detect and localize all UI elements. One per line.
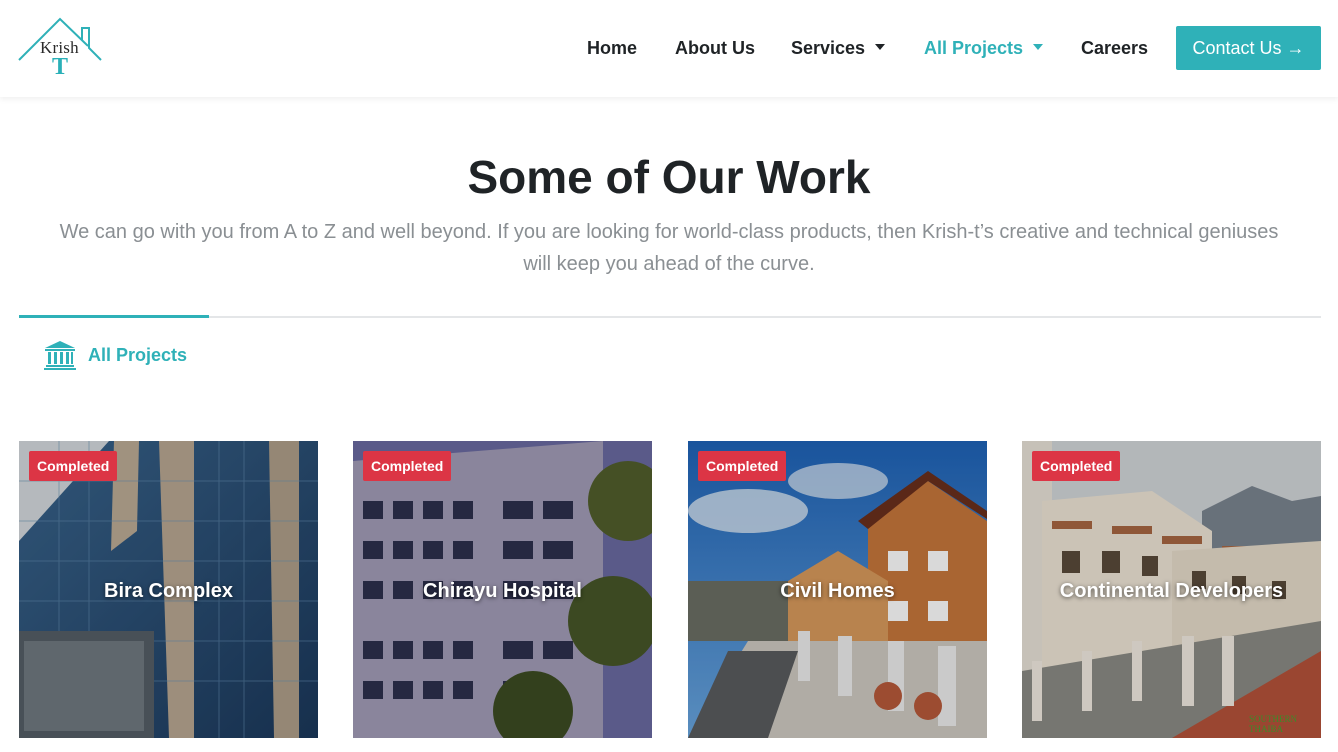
status-badge: Completed bbox=[1032, 451, 1121, 481]
nav-careers[interactable]: Careers bbox=[1081, 38, 1148, 59]
project-title: Continental Developers bbox=[1059, 580, 1284, 602]
nav-home[interactable]: Home bbox=[587, 38, 637, 59]
tab-active-indicator bbox=[19, 315, 209, 318]
image-watermark: SOUTHERN THAIBA bbox=[1249, 714, 1298, 734]
nav-about-us[interactable]: About Us bbox=[675, 38, 755, 59]
project-card-continental-developers[interactable]: Completed Continental Developers SOUTHER… bbox=[1022, 441, 1321, 738]
tab-divider bbox=[19, 316, 1321, 318]
status-badge: Completed bbox=[698, 451, 787, 481]
tab-all-projects[interactable]: All Projects bbox=[44, 340, 187, 370]
status-badge: Completed bbox=[363, 451, 452, 481]
nav-services[interactable]: Services bbox=[791, 38, 886, 59]
tab-all-projects-label: All Projects bbox=[88, 344, 188, 365]
project-title: Chirayu Hospital bbox=[423, 580, 582, 602]
project-card-chirayu-hospital[interactable]: Completed Chirayu Hospital bbox=[353, 441, 652, 738]
nav-all-projects-label: All Projects bbox=[924, 38, 1024, 58]
project-card-civil-homes[interactable]: Completed Civil Homes bbox=[688, 441, 987, 738]
project-title: Bira Complex bbox=[104, 580, 233, 602]
project-card-bira-complex[interactable]: Completed Bira Complex bbox=[19, 441, 318, 738]
section-subtitle: We can go with you from A to Z and well … bbox=[59, 221, 1279, 275]
chevron-down-icon bbox=[875, 44, 886, 51]
nav-services-label: Services bbox=[791, 38, 866, 58]
brand-logo[interactable]: Krish T bbox=[18, 16, 102, 80]
nav-all-projects[interactable]: All Projects bbox=[924, 38, 1044, 59]
bank-icon bbox=[44, 341, 76, 370]
contact-us-button[interactable]: Contact Us → bbox=[1176, 26, 1321, 70]
status-badge: Completed bbox=[29, 451, 118, 481]
chevron-down-icon bbox=[1033, 44, 1044, 51]
logo-text-t: T bbox=[52, 54, 69, 80]
site-header: Krish T Home About Us Services All Proje… bbox=[0, 0, 1338, 97]
project-title: Civil Homes bbox=[780, 580, 895, 602]
section-title: Some of Our Work bbox=[467, 151, 871, 203]
